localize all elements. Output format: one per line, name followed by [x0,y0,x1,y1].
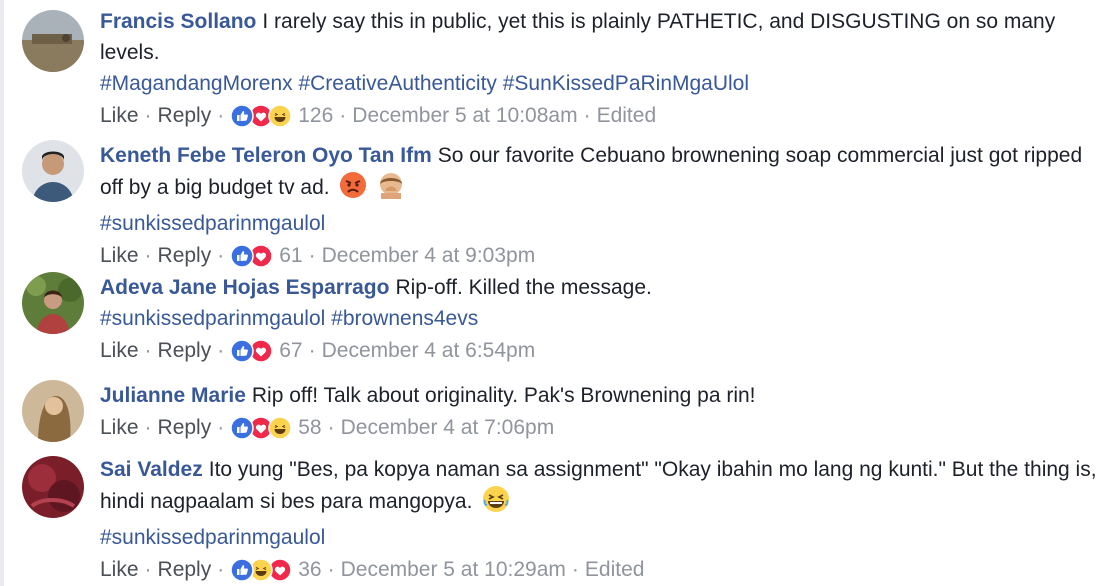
like-reaction-icon [230,244,254,268]
reaction-count[interactable]: 36 [298,555,321,585]
avatar[interactable] [22,380,84,442]
reply-button[interactable]: Reply [158,101,212,131]
facepalm-icon [377,171,405,208]
comment-text: Francis Sollano I rarely say this in publ… [100,6,1100,99]
like-button[interactable]: Like [100,101,139,131]
comment-body: Rip off! Talk about originality. Pak's B… [251,384,756,407]
like-reaction-icon [230,416,254,440]
timestamp[interactable]: December 4 at 6:54pm [322,336,536,366]
hashtags[interactable]: #sunkissedparinmgaulol #brownens4evs [100,307,478,330]
like-button[interactable]: Like [100,336,139,366]
edited-label[interactable]: Edited [585,555,645,585]
comment-text: Keneth Febe Teleron Oyo Tan Ifm So our fa… [100,140,1100,239]
timestamp[interactable]: December 5 at 10:29am [341,555,566,585]
author-name[interactable]: Francis Sollano [100,10,256,33]
reaction-count[interactable]: 58 [298,413,321,443]
page-edge-shade [0,0,4,586]
haha-reaction-icon [268,416,292,440]
reply-button[interactable]: Reply [158,336,212,366]
avatar[interactable] [22,140,84,202]
comment-actions: Like · Reply · 126 · December 5 at 10:08… [100,101,1100,131]
like-button[interactable]: Like [100,413,139,443]
reactions-summary[interactable] [230,244,273,268]
reaction-count[interactable]: 67 [279,336,302,366]
author-name[interactable]: Keneth Febe Teleron Oyo Tan Ifm [100,144,432,167]
avatar[interactable] [22,272,84,334]
timestamp[interactable]: December 5 at 10:08am [352,101,577,131]
edited-label[interactable]: Edited [597,101,657,131]
avatar[interactable] [22,456,84,518]
comment-text: Adeva Jane Hojas Esparrago Rip-off. Kille… [100,272,1100,334]
reactions-summary[interactable] [230,339,273,363]
like-reaction-icon [230,558,254,582]
reactions-summary[interactable] [230,104,292,128]
timestamp[interactable]: December 4 at 7:06pm [341,413,555,443]
comment-body: Rip-off. Killed the message. [395,276,652,299]
comment-actions: Like · Reply · 58 · December 4 at 7:06pm [100,413,1100,443]
like-reaction-icon [230,339,254,363]
haha-reaction-icon [268,104,292,128]
reaction-count[interactable]: 126 [298,101,333,131]
like-button[interactable]: Like [100,555,139,585]
comment-actions: Like · Reply · 61 · December 4 at 9:03pm [100,241,1100,271]
comment-text: Sai Valdez Ito yung "Bes, pa kopya naman … [100,454,1100,553]
reply-button[interactable]: Reply [158,241,212,271]
comment-actions: Like · Reply · 36 · December 5 at 10:29a… [100,555,1100,585]
hashtags[interactable]: #sunkissedparinmgaulol [100,212,325,235]
angry-face-icon [339,171,367,208]
timestamp[interactable]: December 4 at 9:03pm [322,241,536,271]
comment-text: Julianne Marie Rip off! Talk about origin… [100,380,1100,411]
reactions-summary[interactable] [230,558,292,582]
comment-body: Ito yung "Bes, pa kopya naman sa assignm… [100,458,1097,513]
laughing-face-icon [482,485,510,522]
hashtags[interactable]: #MagandangMorenx #CreativeAuthenticity #… [100,72,749,95]
like-button[interactable]: Like [100,241,139,271]
hashtags[interactable]: #sunkissedparinmgaulol [100,526,325,549]
reaction-count[interactable]: 61 [279,241,302,271]
author-name[interactable]: Julianne Marie [100,384,246,407]
comment-actions: Like · Reply · 67 · December 4 at 6:54pm [100,336,1100,366]
avatar[interactable] [22,10,84,72]
reply-button[interactable]: Reply [158,555,212,585]
author-name[interactable]: Sai Valdez [100,458,203,481]
like-reaction-icon [230,104,254,128]
reactions-summary[interactable] [230,416,292,440]
author-name[interactable]: Adeva Jane Hojas Esparrago [100,276,389,299]
reply-button[interactable]: Reply [158,413,212,443]
